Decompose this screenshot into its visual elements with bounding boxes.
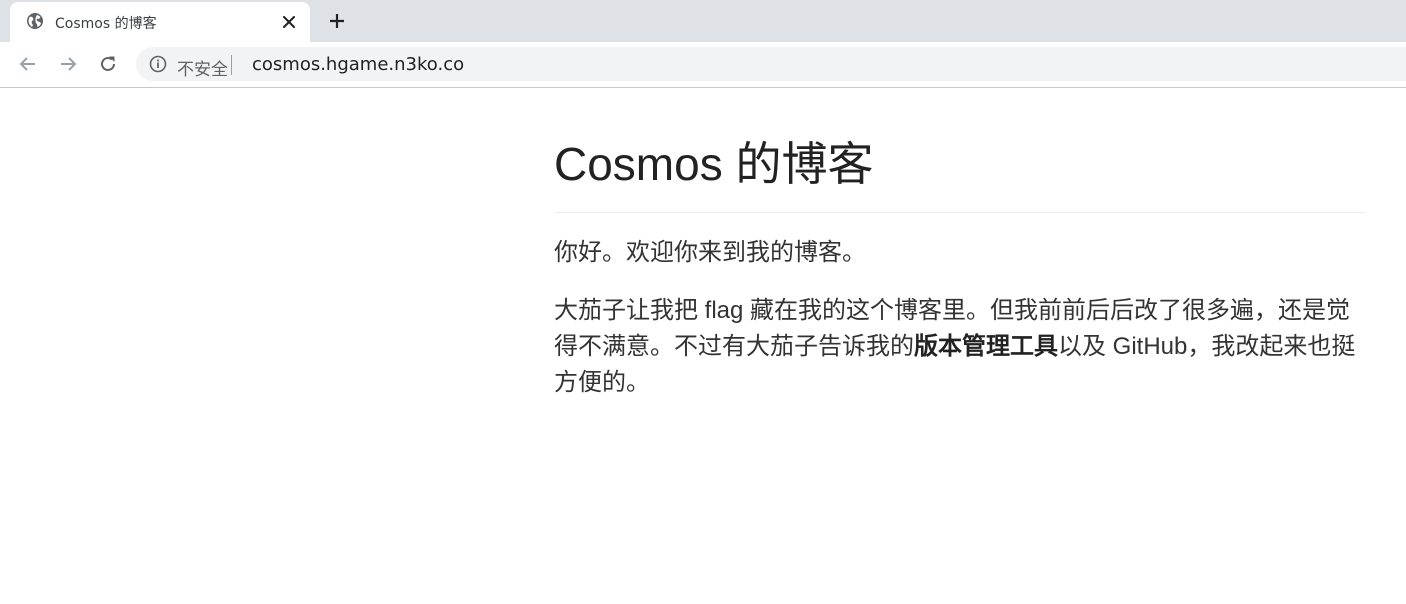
browser-tab[interactable]: Cosmos 的博客 [10,2,310,42]
arrow-right-icon[interactable] [54,50,82,78]
body-paragraph: 大茄子让我把 flag 藏在我的这个博客里。但我前前后后改了很多遍，还是觉得不满… [554,293,1366,401]
reload-icon[interactable] [94,50,122,78]
omnibox-separator [231,55,232,75]
security-label[interactable]: 不安全 [177,55,228,80]
close-icon[interactable] [278,11,300,33]
info-icon[interactable] [149,55,167,73]
blog-content: Cosmos 的博客 你好。欢迎你来到我的博客。 大茄子让我把 flag 藏在我… [554,88,1366,401]
greeting-text: 你好。欢迎你来到我的博客。 [554,239,866,266]
browser-toolbar: 不安全 cosmos.hgame.n3ko.co [0,42,1406,88]
url-text[interactable]: cosmos.hgame.n3ko.co [252,54,464,75]
address-bar[interactable]: 不安全 cosmos.hgame.n3ko.co [136,47,1406,81]
tab-title: Cosmos 的博客 [55,16,157,32]
plus-icon[interactable] [322,6,352,36]
tab-strip: Cosmos 的博客 [0,0,1406,42]
arrow-left-icon[interactable] [14,50,42,78]
page-title: Cosmos 的博客 [554,136,1366,213]
globe-icon [26,12,44,30]
body-emphasis: 版本管理工具 [914,333,1058,360]
